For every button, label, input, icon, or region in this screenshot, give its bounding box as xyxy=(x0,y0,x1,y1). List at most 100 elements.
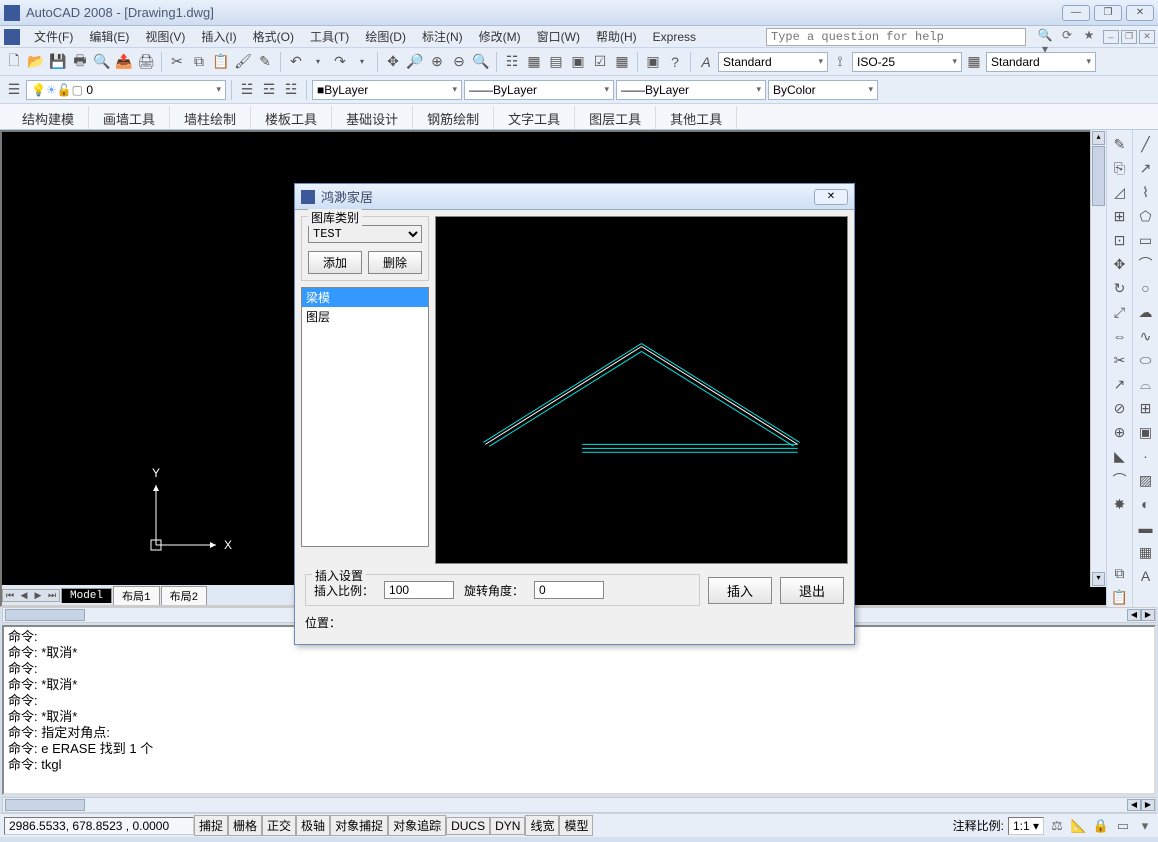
line-icon[interactable]: ╱ xyxy=(1136,134,1156,154)
exit-button[interactable]: 退出 xyxy=(780,577,844,604)
toggle-model[interactable]: 模型 xyxy=(559,815,593,836)
mirror-icon[interactable]: ◿ xyxy=(1110,182,1130,202)
menu-edit[interactable]: 编辑(E) xyxy=(81,26,137,47)
revcloud-icon[interactable]: ☁ xyxy=(1136,302,1156,322)
brush-icon[interactable]: ✎ xyxy=(255,52,275,72)
command-window[interactable]: 命令: 命令: *取消* 命令: 命令: *取消* 命令: 命令: *取消* 命… xyxy=(2,625,1156,795)
tab-found[interactable]: 基础设计 xyxy=(332,106,413,129)
insert-icon[interactable]: ⊞ xyxy=(1136,398,1156,418)
xline-icon[interactable]: ↗ xyxy=(1136,158,1156,178)
fillet-icon[interactable]: ⌒ xyxy=(1110,470,1130,490)
block2-icon[interactable]: ▣ xyxy=(1136,422,1156,442)
spline-icon[interactable]: ∿ xyxy=(1136,326,1156,346)
anno-scale-dropdown[interactable]: 1:1 ▾ xyxy=(1008,817,1044,835)
menu-draw[interactable]: 绘图(D) xyxy=(357,26,414,47)
calc-icon[interactable]: ▦ xyxy=(612,52,632,72)
mdi-restore-button[interactable]: ❐ xyxy=(1121,30,1137,44)
tpalette-icon[interactable]: ▤ xyxy=(546,52,566,72)
sheet-icon[interactable]: ▣ xyxy=(568,52,588,72)
polygon-icon[interactable]: ⬠ xyxy=(1136,206,1156,226)
chamfer-icon[interactable]: ◣ xyxy=(1110,446,1130,466)
erase-icon[interactable]: ✎ xyxy=(1110,134,1130,154)
new-icon[interactable]: 🗋 xyxy=(4,52,24,72)
dim-style-dropdown[interactable]: ISO-25 xyxy=(852,52,962,72)
insert-button[interactable]: 插入 xyxy=(708,577,772,604)
clean-icon[interactable]: ▾ xyxy=(1136,818,1154,834)
mdi-min-button[interactable]: – xyxy=(1103,30,1119,44)
tablestyle-icon[interactable]: ▦ xyxy=(964,52,984,72)
tab-slab[interactable]: 楼板工具 xyxy=(251,106,332,129)
plot-icon[interactable]: 🖨 xyxy=(136,52,156,72)
trim-icon[interactable]: ✂ xyxy=(1110,350,1130,370)
favorites-icon[interactable]: ★ xyxy=(1080,28,1098,46)
toggle-ortho[interactable]: 正交 xyxy=(262,815,296,836)
minimize-button[interactable]: — xyxy=(1062,5,1090,21)
pan-icon[interactable]: ✥ xyxy=(383,52,403,72)
zoom-rt-icon[interactable]: 🔎 xyxy=(405,52,425,72)
help-search-input[interactable] xyxy=(766,28,1026,46)
dialog-close-button[interactable]: ✕ xyxy=(814,189,848,205)
dcenter-icon[interactable]: ▦ xyxy=(524,52,544,72)
lock-icon[interactable]: 🔒 xyxy=(1092,818,1110,834)
zoom-icon[interactable]: 🔍 xyxy=(471,52,491,72)
undo-icon[interactable]: ↶ xyxy=(286,52,306,72)
layer-state-icon[interactable]: ☲ xyxy=(259,80,279,100)
menu-insert[interactable]: 插入(I) xyxy=(193,26,244,47)
search-icon[interactable]: 🔍▾ xyxy=(1036,28,1054,46)
lineweight-dropdown[interactable]: —— ByLayer xyxy=(616,80,766,100)
offset-icon[interactable]: ⊞ xyxy=(1110,206,1130,226)
delete-button[interactable]: 删除 xyxy=(368,251,422,274)
publish-icon[interactable]: 📤 xyxy=(114,52,134,72)
break-icon[interactable]: ⊘ xyxy=(1110,398,1130,418)
rotation-input[interactable] xyxy=(534,581,604,599)
explode-icon[interactable]: ✸ xyxy=(1110,494,1130,514)
cmd-hscrollbar[interactable]: ◀▶ xyxy=(2,797,1156,813)
toggle-snap[interactable]: 捕捉 xyxy=(194,815,228,836)
cut-icon[interactable]: ✂ xyxy=(167,52,187,72)
tab-rebar[interactable]: 钢筋绘制 xyxy=(413,106,494,129)
circle-icon[interactable]: ○ xyxy=(1136,278,1156,298)
layer-prev-icon[interactable]: ☱ xyxy=(237,80,257,100)
array-icon[interactable]: ⊡ xyxy=(1110,230,1130,250)
markup-icon[interactable]: ☑ xyxy=(590,52,610,72)
zoom-prev-icon[interactable]: ⊖ xyxy=(449,52,469,72)
category-select[interactable]: TEST xyxy=(308,225,422,243)
match-icon[interactable]: 🖌 xyxy=(233,52,253,72)
close-button[interactable]: ✕ xyxy=(1126,5,1154,21)
dimstyle-icon[interactable]: ⟟ xyxy=(830,52,850,72)
color-dropdown[interactable]: ■ ByLayer xyxy=(312,80,462,100)
tab-layer[interactable]: 图层工具 xyxy=(575,106,656,129)
point-icon[interactable]: · xyxy=(1136,446,1156,466)
text-style-dropdown[interactable]: Standard xyxy=(718,52,828,72)
copy2-icon[interactable]: ⎘ xyxy=(1110,158,1130,178)
vscrollbar[interactable]: ▴ ▾ xyxy=(1090,130,1106,587)
menu-express[interactable]: Express xyxy=(645,28,704,46)
props-icon[interactable]: ☷ xyxy=(502,52,522,72)
tab-wall[interactable]: 画墙工具 xyxy=(89,106,170,129)
menu-format[interactable]: 格式(O) xyxy=(245,26,302,47)
tab-layout1[interactable]: 布局1 xyxy=(113,586,160,605)
gradient-icon[interactable]: ◐ xyxy=(1136,494,1156,514)
anno-auto-icon[interactable]: 📐 xyxy=(1070,818,1088,834)
plotstyle-dropdown[interactable]: ByColor xyxy=(768,80,878,100)
stretch-icon[interactable]: ⇔ xyxy=(1110,326,1130,346)
layer-dropdown[interactable]: 💡☀🔓▢ 0 xyxy=(26,80,226,100)
tab-column[interactable]: 墙柱绘制 xyxy=(170,106,251,129)
anno-vis-icon[interactable]: ⚖ xyxy=(1048,818,1066,834)
add-button[interactable]: 添加 xyxy=(308,251,362,274)
menu-file[interactable]: 文件(F) xyxy=(26,26,81,47)
move-icon[interactable]: ✥ xyxy=(1110,254,1130,274)
table-icon[interactable]: ▦ xyxy=(1136,542,1156,562)
tab-other[interactable]: 其他工具 xyxy=(656,106,737,129)
comm-center-icon[interactable]: ⟳ xyxy=(1058,28,1076,46)
rect-icon[interactable]: ▭ xyxy=(1136,230,1156,250)
extend-icon[interactable]: ↗ xyxy=(1110,374,1130,394)
join-icon[interactable]: ⊕ xyxy=(1110,422,1130,442)
maximize-button[interactable]: ❐ xyxy=(1094,5,1122,21)
block-list[interactable]: 梁模 图层 xyxy=(301,287,429,547)
list-item[interactable]: 梁模 xyxy=(302,288,428,307)
mdi-close-button[interactable]: ✕ xyxy=(1139,30,1155,44)
ellarc-icon[interactable]: ⌓ xyxy=(1136,374,1156,394)
toggle-otrack[interactable]: 对象追踪 xyxy=(388,815,446,836)
menu-help[interactable]: 帮助(H) xyxy=(588,26,645,47)
